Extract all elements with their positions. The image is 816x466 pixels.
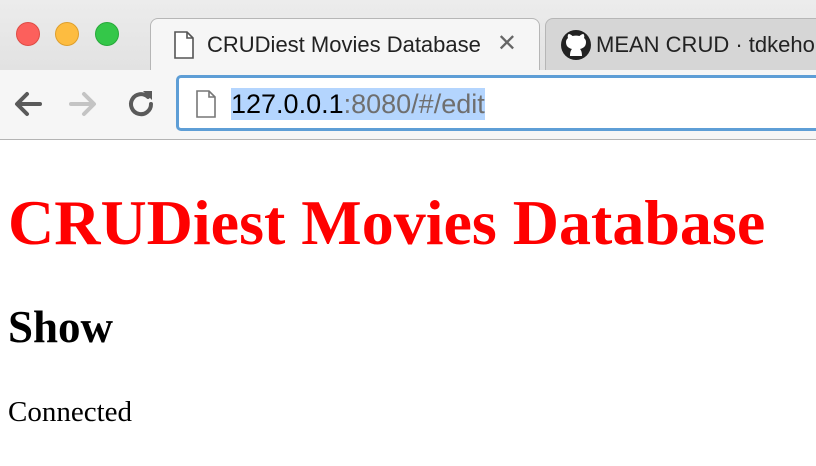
forward-arrow-icon[interactable] [67,87,101,121]
window-minimize-button[interactable] [55,22,79,46]
window-maximize-button[interactable] [95,22,119,46]
reload-icon[interactable] [124,87,158,121]
tab-crudiest-movies[interactable]: CRUDiest Movies Database ✕ [150,18,540,70]
connection-status: Connected [8,396,133,428]
tab-strip: CRUDiest Movies Database ✕ MEAN CRUD · t… [0,0,816,70]
github-icon [561,30,591,60]
back-arrow-icon[interactable] [10,87,44,121]
url-path: :8080/#/edit [343,89,485,119]
url-host: 127.0.0.1 [231,89,344,119]
browser-chrome: CRUDiest Movies Database ✕ MEAN CRUD · t… [0,0,816,140]
page-icon [174,31,194,59]
tab-title: CRUDiest Movies Database [207,32,481,57]
tab-title: MEAN CRUD · tdkeho [596,32,815,57]
tab-mean-crud[interactable]: MEAN CRUD · tdkeho [545,18,816,70]
url-text[interactable]: 127.0.0.1:8080/#/edit [231,88,485,120]
toolbar: 127.0.0.1:8080/#/edit [0,70,816,139]
address-bar[interactable]: 127.0.0.1:8080/#/edit [176,75,816,131]
site-title: CRUDiest Movies Database [8,187,766,258]
page-content: CRUDiest Movies Database Show Connected [0,140,816,466]
page-icon [196,90,216,118]
tab-close-icon[interactable]: ✕ [497,30,517,57]
section-heading: Show [8,302,114,352]
window-close-button[interactable] [16,22,40,46]
